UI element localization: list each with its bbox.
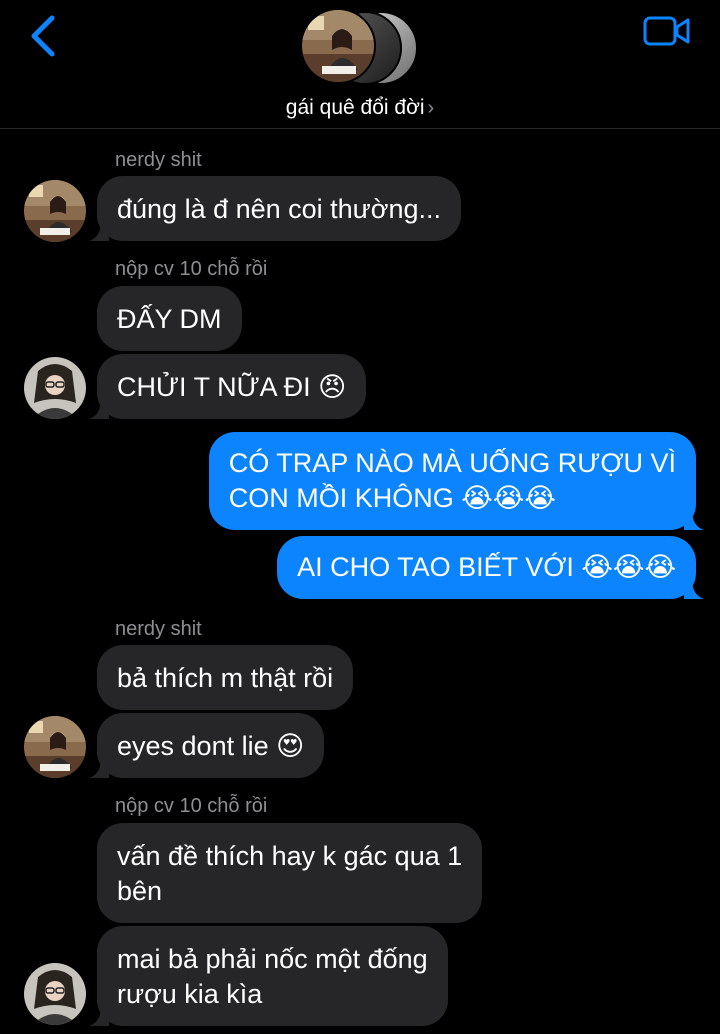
bubble-tail — [684, 579, 704, 599]
message-bubble[interactable]: eyes dont lie 😍 — [89, 713, 325, 778]
message-text-line: CÓ TRAP NÀO MÀ UỐNG RƯỢU VÌ — [228, 448, 676, 478]
bubble-tail — [89, 399, 109, 419]
message-bubble[interactable]: vấn đề thích hay k gác qua 1 bên — [97, 823, 483, 923]
message-text-line: vấn đề thích hay k gác qua 1 — [117, 841, 463, 871]
message-bubble[interactable]: CÓ TRAP NÀO MÀ UỐNG RƯỢU VÌ CON MỒI KHÔN… — [208, 432, 704, 530]
chevron-right-icon: › — [427, 97, 435, 119]
message-text-line: bên — [117, 876, 163, 906]
message-text: ĐẤY DM — [117, 304, 222, 334]
message-text: CHỬI T NỮA ĐI 😠 — [117, 372, 347, 402]
sender-avatar[interactable] — [24, 180, 86, 242]
message-bubble[interactable]: mai bả phải nốc một đống rượu kia kìa — [89, 926, 448, 1026]
group-name: gái quê đổi đời — [285, 96, 425, 119]
sender-name: nerdy shit — [115, 618, 202, 640]
bubble-tail — [684, 510, 704, 530]
sender-name: nộp cv 10 chỗ rồi — [115, 258, 268, 280]
bubble-tail — [89, 221, 109, 241]
sender-name: nerdy shit — [115, 149, 202, 171]
bubble-tail — [89, 758, 109, 778]
message-bubble[interactable]: ĐẤY DM — [97, 286, 242, 351]
message-text: eyes dont lie 😍 — [117, 731, 305, 761]
message-text: bả thích m thật rồi — [117, 663, 334, 693]
member-avatar — [300, 8, 376, 84]
sender-avatar[interactable] — [24, 963, 86, 1025]
chevron-left-icon[interactable] — [24, 14, 64, 58]
message-text-line: mai bả phải nốc một đống — [117, 944, 428, 974]
message-bubble[interactable]: CHỬI T NỮA ĐI 😠 — [89, 354, 367, 419]
message-text: AI CHO TAO BIẾT VỚI 😭😭😭 — [297, 552, 676, 582]
conversation-header: gái quê đổi đời › — [0, 0, 720, 129]
video-camera-icon[interactable] — [642, 14, 692, 48]
message-bubble[interactable]: AI CHO TAO BIẾT VỚI 😭😭😭 — [277, 536, 704, 599]
sender-avatar[interactable] — [24, 357, 86, 419]
message-bubble[interactable]: bả thích m thật rồi — [97, 645, 354, 710]
sender-avatar[interactable] — [24, 716, 86, 778]
message-text-line: rượu kia kìa — [117, 979, 263, 1009]
sender-name: nộp cv 10 chỗ rồi — [115, 795, 268, 817]
message-bubble[interactable]: đúng là đ nên coi thường... — [89, 176, 461, 241]
bubble-tail — [89, 1006, 109, 1026]
group-title[interactable]: gái quê đổi đời › — [0, 96, 720, 120]
message-text: đúng là đ nên coi thường... — [117, 194, 441, 224]
message-text-line: CON MỒI KHÔNG 😭😭😭 — [228, 483, 556, 513]
group-avatar-stack[interactable] — [300, 8, 420, 86]
